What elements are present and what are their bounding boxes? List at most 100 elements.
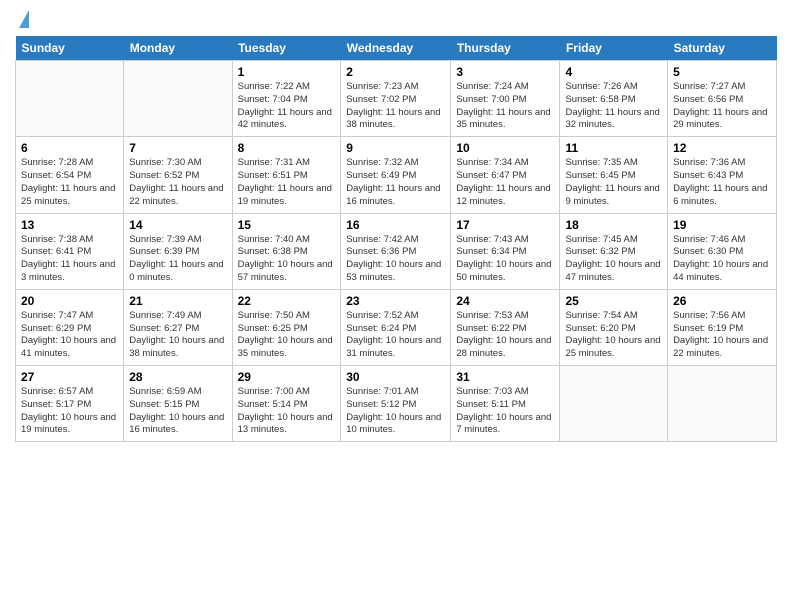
day-number: 28 xyxy=(129,370,226,384)
day-info: Sunrise: 6:57 AM Sunset: 5:17 PM Dayligh… xyxy=(21,386,118,437)
cell-week5-day4: 30 Sunrise: 7:01 AM Sunset: 5:12 PM Dayli… xyxy=(341,366,451,442)
cell-week5-day3: 29 Sunrise: 7:00 AM Sunset: 5:14 PM Dayli… xyxy=(232,366,341,442)
day-info: Sunrise: 7:35 AM Sunset: 6:45 PM Dayligh… xyxy=(565,157,662,208)
calendar-table: SundayMondayTuesdayWednesdayThursdayFrid… xyxy=(15,36,777,442)
day-number: 16 xyxy=(346,218,445,232)
cell-week3-day3: 15Sunrise: 7:40 AM Sunset: 6:38 PM Dayli… xyxy=(232,213,341,289)
day-info: Sunrise: 7:47 AM Sunset: 6:29 PM Dayligh… xyxy=(21,310,118,361)
day-info: Sunrise: 7:32 AM Sunset: 6:49 PM Dayligh… xyxy=(346,157,445,208)
day-number: 4 xyxy=(565,65,662,79)
day-number: 31 xyxy=(456,370,554,384)
day-info: Sunrise: 7:38 AM Sunset: 6:41 PM Dayligh… xyxy=(21,234,118,285)
day-number: 3 xyxy=(456,65,554,79)
day-info: Sunrise: 7:36 AM Sunset: 6:43 PM Dayligh… xyxy=(673,157,771,208)
day-info: Sunrise: 7:53 AM Sunset: 6:22 PM Dayligh… xyxy=(456,310,554,361)
day-header-sunday: Sunday xyxy=(16,36,124,61)
cell-week4-day7: 26 Sunrise: 7:56 AM Sunset: 6:19 PM Dayli… xyxy=(668,289,777,365)
cell-week5-day7 xyxy=(668,366,777,442)
day-number: 8 xyxy=(238,141,336,155)
day-number: 20 xyxy=(21,294,118,308)
cell-week1-day4: 2 Sunrise: 7:23 AM Sunset: 7:02 PM Daylig… xyxy=(341,61,451,137)
day-number: 5 xyxy=(673,65,771,79)
cell-week5-day2: 28 Sunrise: 6:59 AM Sunset: 5:15 PM Dayli… xyxy=(124,366,232,442)
day-info: Sunrise: 7:23 AM Sunset: 7:02 PM Dayligh… xyxy=(346,81,445,132)
day-header-tuesday: Tuesday xyxy=(232,36,341,61)
day-info: Sunrise: 7:56 AM Sunset: 6:19 PM Dayligh… xyxy=(673,310,771,361)
cell-week3-day7: 19Sunrise: 7:46 AM Sunset: 6:30 PM Dayli… xyxy=(668,213,777,289)
cell-week3-day2: 14 Sunrise: 7:39 AM Sunset: 6:39 PM Dayli… xyxy=(124,213,232,289)
day-info: Sunrise: 7:34 AM Sunset: 6:47 PM Dayligh… xyxy=(456,157,554,208)
day-info: Sunrise: 6:59 AM Sunset: 5:15 PM Dayligh… xyxy=(129,386,226,437)
cell-week4-day6: 25Sunrise: 7:54 AM Sunset: 6:20 PM Dayli… xyxy=(560,289,668,365)
day-header-wednesday: Wednesday xyxy=(341,36,451,61)
header xyxy=(15,10,777,28)
cell-week1-day7: 5 Sunrise: 7:27 AM Sunset: 6:56 PM Daylig… xyxy=(668,61,777,137)
cell-week2-day6: 11 Sunrise: 7:35 AM Sunset: 6:45 PM Dayli… xyxy=(560,137,668,213)
day-number: 18 xyxy=(565,218,662,232)
cell-week2-day2: 7 Sunrise: 7:30 AM Sunset: 6:52 PM Daylig… xyxy=(124,137,232,213)
cell-week2-day1: 6Sunrise: 7:28 AM Sunset: 6:54 PM Daylig… xyxy=(16,137,124,213)
logo xyxy=(15,10,29,28)
day-header-saturday: Saturday xyxy=(668,36,777,61)
day-number: 7 xyxy=(129,141,226,155)
day-number: 14 xyxy=(129,218,226,232)
day-header-monday: Monday xyxy=(124,36,232,61)
day-info: Sunrise: 7:27 AM Sunset: 6:56 PM Dayligh… xyxy=(673,81,771,132)
day-number: 24 xyxy=(456,294,554,308)
cell-week1-day1 xyxy=(16,61,124,137)
cell-week2-day4: 9 Sunrise: 7:32 AM Sunset: 6:49 PM Daylig… xyxy=(341,137,451,213)
cell-week1-day2 xyxy=(124,61,232,137)
day-info: Sunrise: 7:00 AM Sunset: 5:14 PM Dayligh… xyxy=(238,386,336,437)
week-row-1: 1Sunrise: 7:22 AM Sunset: 7:04 PM Daylig… xyxy=(16,61,777,137)
cell-week4-day1: 20 Sunrise: 7:47 AM Sunset: 6:29 PM Dayli… xyxy=(16,289,124,365)
day-info: Sunrise: 7:49 AM Sunset: 6:27 PM Dayligh… xyxy=(129,310,226,361)
day-info: Sunrise: 7:43 AM Sunset: 6:34 PM Dayligh… xyxy=(456,234,554,285)
day-number: 27 xyxy=(21,370,118,384)
cell-week3-day1: 13 Sunrise: 7:38 AM Sunset: 6:41 PM Dayli… xyxy=(16,213,124,289)
cell-week4-day5: 24 Sunrise: 7:53 AM Sunset: 6:22 PM Dayli… xyxy=(451,289,560,365)
day-number: 2 xyxy=(346,65,445,79)
day-info: Sunrise: 7:45 AM Sunset: 6:32 PM Dayligh… xyxy=(565,234,662,285)
cell-week2-day3: 8 Sunrise: 7:31 AM Sunset: 6:51 PM Daylig… xyxy=(232,137,341,213)
day-number: 13 xyxy=(21,218,118,232)
cell-week2-day7: 12Sunrise: 7:36 AM Sunset: 6:43 PM Dayli… xyxy=(668,137,777,213)
day-number: 11 xyxy=(565,141,662,155)
week-row-4: 20 Sunrise: 7:47 AM Sunset: 6:29 PM Dayli… xyxy=(16,289,777,365)
day-number: 25 xyxy=(565,294,662,308)
day-info: Sunrise: 7:01 AM Sunset: 5:12 PM Dayligh… xyxy=(346,386,445,437)
cell-week3-day6: 18 Sunrise: 7:45 AM Sunset: 6:32 PM Dayli… xyxy=(560,213,668,289)
cell-week1-day6: 4 Sunrise: 7:26 AM Sunset: 6:58 PM Daylig… xyxy=(560,61,668,137)
day-info: Sunrise: 7:39 AM Sunset: 6:39 PM Dayligh… xyxy=(129,234,226,285)
day-info: Sunrise: 7:22 AM Sunset: 7:04 PM Dayligh… xyxy=(238,81,336,132)
cell-week5-day1: 27 Sunrise: 6:57 AM Sunset: 5:17 PM Dayli… xyxy=(16,366,124,442)
day-number: 23 xyxy=(346,294,445,308)
day-info: Sunrise: 7:03 AM Sunset: 5:11 PM Dayligh… xyxy=(456,386,554,437)
cell-week4-day4: 23Sunrise: 7:52 AM Sunset: 6:24 PM Dayli… xyxy=(341,289,451,365)
day-info: Sunrise: 7:40 AM Sunset: 6:38 PM Dayligh… xyxy=(238,234,336,285)
week-row-2: 6Sunrise: 7:28 AM Sunset: 6:54 PM Daylig… xyxy=(16,137,777,213)
day-number: 29 xyxy=(238,370,336,384)
day-info: Sunrise: 7:46 AM Sunset: 6:30 PM Dayligh… xyxy=(673,234,771,285)
cell-week4-day3: 22Sunrise: 7:50 AM Sunset: 6:25 PM Dayli… xyxy=(232,289,341,365)
day-number: 30 xyxy=(346,370,445,384)
cell-week5-day6 xyxy=(560,366,668,442)
cell-week3-day4: 16Sunrise: 7:42 AM Sunset: 6:36 PM Dayli… xyxy=(341,213,451,289)
day-number: 21 xyxy=(129,294,226,308)
day-info: Sunrise: 7:30 AM Sunset: 6:52 PM Dayligh… xyxy=(129,157,226,208)
cell-week1-day3: 1Sunrise: 7:22 AM Sunset: 7:04 PM Daylig… xyxy=(232,61,341,137)
day-number: 6 xyxy=(21,141,118,155)
day-info: Sunrise: 7:50 AM Sunset: 6:25 PM Dayligh… xyxy=(238,310,336,361)
day-header-thursday: Thursday xyxy=(451,36,560,61)
cell-week5-day5: 31 Sunrise: 7:03 AM Sunset: 5:11 PM Dayli… xyxy=(451,366,560,442)
day-number: 9 xyxy=(346,141,445,155)
day-number: 10 xyxy=(456,141,554,155)
day-info: Sunrise: 7:26 AM Sunset: 6:58 PM Dayligh… xyxy=(565,81,662,132)
day-number: 17 xyxy=(456,218,554,232)
day-info: Sunrise: 7:31 AM Sunset: 6:51 PM Dayligh… xyxy=(238,157,336,208)
day-info: Sunrise: 7:24 AM Sunset: 7:00 PM Dayligh… xyxy=(456,81,554,132)
day-header-row: SundayMondayTuesdayWednesdayThursdayFrid… xyxy=(16,36,777,61)
page-container: SundayMondayTuesdayWednesdayThursdayFrid… xyxy=(0,0,792,452)
day-number: 26 xyxy=(673,294,771,308)
cell-week3-day5: 17 Sunrise: 7:43 AM Sunset: 6:34 PM Dayli… xyxy=(451,213,560,289)
cell-week2-day5: 10 Sunrise: 7:34 AM Sunset: 6:47 PM Dayli… xyxy=(451,137,560,213)
